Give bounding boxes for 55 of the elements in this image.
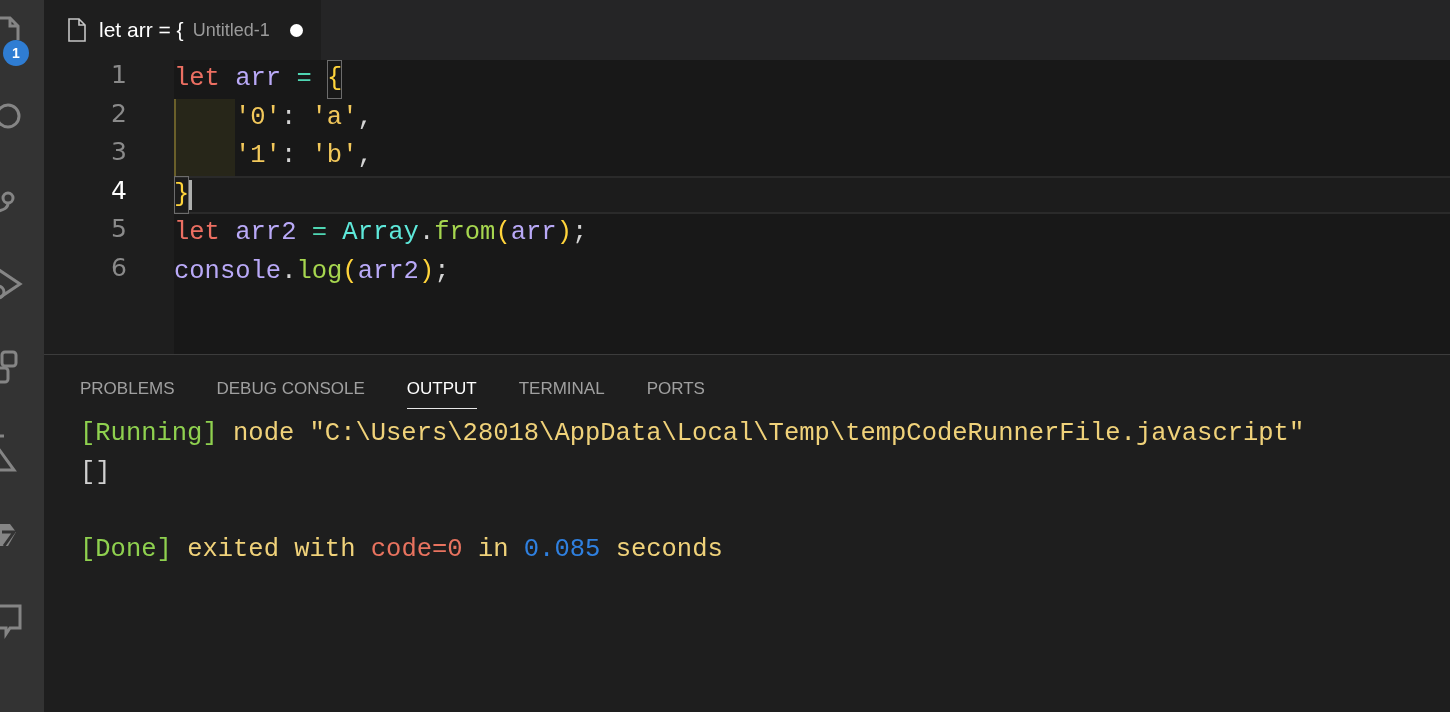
code-token: ; [434,255,450,288]
output-text: [] [80,457,111,487]
code-token: = [295,63,313,95]
code-token: } [174,175,190,214]
code-token: ; [571,217,588,249]
notification-badge: 1 [3,40,29,66]
code-token: = [310,217,328,249]
code-token: ( [495,217,511,249]
output-text: exited with [186,534,356,564]
output-text: in [476,534,509,564]
code-token: , [357,101,373,134]
code-token: from [434,217,496,249]
code-token: arr [510,217,557,249]
output-text: 0.085 [522,534,601,564]
line-number: 3 [110,137,127,168]
code-token: ( [342,255,358,288]
line-number: 5 [110,214,127,245]
code-token: , [357,140,373,172]
editor-tab[interactable]: let arr = { Untitled-1 [44,0,321,60]
code-token: 'b' [310,140,358,172]
panel-tab[interactable]: TERMINAL [518,375,605,409]
code-token: . [281,255,297,288]
panel-tab[interactable]: PROBLEMS [80,375,175,409]
line-number: 1 [110,60,127,91]
text-cursor [189,179,193,210]
code-token: arr2 [234,217,297,249]
output-text: [Running] [80,419,218,448]
output-text: node "C:\Users\28018\AppData\Local\Temp\tempCodeRunnerFile.javascript" [232,419,1305,448]
output-text: code=0 [369,534,463,564]
panel-tab[interactable]: PORTS [646,375,705,409]
code-token: Array [341,217,419,249]
code-token: . [418,217,435,249]
code-token: let [174,63,220,95]
panel-tab[interactable]: OUTPUT [406,375,477,409]
line-number: 4 [110,175,127,207]
line-number: 6 [110,252,127,284]
code-token: ) [418,255,435,288]
code-token: { [327,60,343,99]
code-token: : [280,101,297,134]
code-token: arr2 [357,255,419,288]
code-token: ) [556,217,572,249]
output-text: [Done] [80,534,172,564]
output-text: seconds [614,534,723,564]
code-token: 'a' [310,101,358,134]
code-token: let [174,217,220,249]
panel-tab[interactable]: DEBUG CONSOLE [216,375,365,409]
code-token: '1' [235,140,281,172]
code-token: arr [234,63,282,95]
code-token: console [174,255,282,288]
code-token: : [280,140,297,172]
file-icon [67,17,87,43]
unsaved-dot-icon [289,23,303,37]
code-token: '0' [235,101,281,134]
line-number: 2 [110,98,127,130]
code-token: log [296,255,343,288]
